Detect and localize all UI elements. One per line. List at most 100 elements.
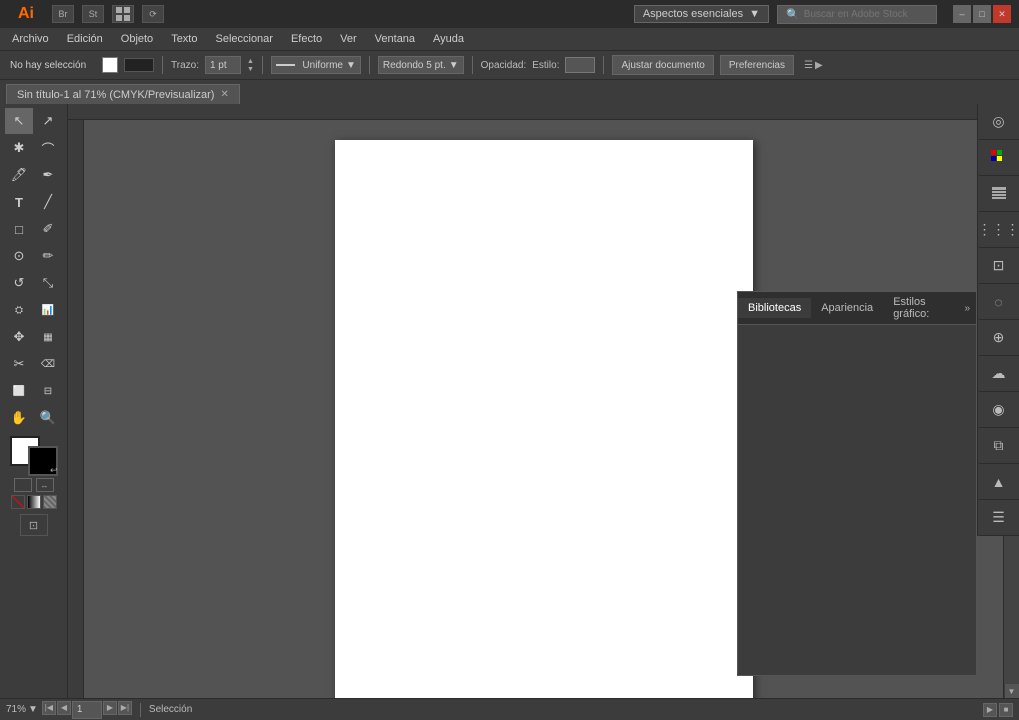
search-icon: 🔍 (786, 8, 800, 21)
symbols-icon[interactable]: ⋮⋮⋮ (979, 212, 1019, 248)
tab-estilos[interactable]: Estilos gráfico: (883, 292, 958, 324)
zoom-tool-btn[interactable]: 🔍 (34, 405, 62, 431)
extra-swatches (11, 495, 57, 509)
adjust-document-btn[interactable]: Ajustar documento (612, 55, 713, 75)
adobe-cloud-icon[interactable]: ☁ (979, 356, 1019, 392)
arrange-icon[interactable] (112, 5, 134, 23)
brush-select[interactable]: Redondo 5 pt. ▼ (378, 56, 464, 74)
style-swatch[interactable] (565, 57, 595, 73)
selection-status: Selección (149, 704, 192, 715)
menu-archivo[interactable]: Archivo (4, 31, 57, 47)
trazo-arrows[interactable]: ▲ ▼ (247, 58, 254, 73)
page-navigation: |◀ ◀ 1 ▶ ▶| (42, 701, 132, 719)
search-bar[interactable]: 🔍 (777, 5, 937, 24)
tab-close-btn[interactable]: ✕ (220, 89, 228, 100)
menu-objeto[interactable]: Objeto (113, 31, 161, 47)
tab-apariencia[interactable]: Apariencia (811, 298, 883, 318)
layers-icon[interactable]: ▲ (979, 464, 1019, 500)
tab-bibliotecas[interactable]: Bibliotecas (738, 298, 811, 318)
add-anchor-tool-btn[interactable]: ✒ (34, 162, 62, 188)
preferences-btn[interactable]: Preferencias (720, 55, 794, 75)
reset-colors-icon[interactable]: ↩ (50, 465, 58, 476)
first-page-btn[interactable]: |◀ (42, 701, 56, 715)
menu-ayuda[interactable]: Ayuda (425, 31, 472, 47)
symbol-tool-btn[interactable]: ✥ (5, 324, 33, 350)
document-tab[interactable]: Sin título-1 al 71% (CMYK/Previsualizar)… (6, 84, 240, 104)
color-guide-icon[interactable]: ◎ (979, 104, 1019, 140)
menu-seleccionar[interactable]: Seleccionar (207, 31, 280, 47)
properties-icon[interactable]: ◉ (979, 392, 1019, 428)
stroke-type-select[interactable]: Uniforme ▼ (271, 56, 361, 74)
color-mode-row: ↔ (14, 478, 54, 492)
links-icon[interactable]: ⧉ (979, 428, 1019, 464)
page-number[interactable]: 1 (72, 701, 102, 719)
zoom-control[interactable]: 71% ▼ (6, 704, 38, 715)
next-page-btn[interactable]: ▶ (103, 701, 117, 715)
eraser-tool-btn[interactable]: ⌫ (34, 351, 62, 377)
panel-arrow-icon[interactable]: ▶ (815, 60, 823, 71)
direct-selection-tool-btn[interactable]: ↗ (34, 108, 62, 134)
rotate-tool-btn[interactable]: ↺ (5, 270, 33, 296)
slice-tool-btn[interactable]: ⊟ (34, 378, 62, 404)
last-page-btn[interactable]: ▶| (118, 701, 132, 715)
sync-icon[interactable]: ⟳ (142, 5, 164, 23)
menu-texto[interactable]: Texto (163, 31, 205, 47)
hand-tool-btn[interactable]: ✋ (5, 405, 33, 431)
pen-tool-btn[interactable]: 🖊 (5, 162, 33, 188)
scissors-tool-btn[interactable]: ✂ (5, 351, 33, 377)
floating-panel-tabs: Bibliotecas Apariencia Estilos gráfico: … (738, 292, 976, 325)
stroke-indicator[interactable]: ↔ (36, 478, 54, 492)
brushes-icon[interactable] (979, 176, 1019, 212)
none-swatch[interactable] (11, 495, 25, 509)
bridge-icon[interactable]: Br (52, 5, 74, 23)
selection-tool-btn[interactable]: ↖ (5, 108, 33, 134)
puppet-warp-tool-btn[interactable]: ⛭ (5, 297, 33, 323)
horizontal-ruler (68, 104, 1019, 120)
pencil-tool-btn[interactable]: ✏ (34, 243, 62, 269)
rect-tool-btn[interactable]: □ (5, 216, 33, 242)
scroll-down-btn[interactable]: ▼ (1005, 684, 1019, 698)
minimize-btn[interactable]: – (953, 5, 971, 23)
magic-wand-tool-btn[interactable]: ✱ (5, 135, 33, 161)
line-tool-btn[interactable]: ╱ (34, 189, 62, 215)
stroke-swatch[interactable] (124, 58, 154, 72)
prev-page-btn[interactable]: ◀ (57, 701, 71, 715)
fill-indicator[interactable] (14, 478, 32, 492)
type-tool-btn[interactable]: T (5, 189, 33, 215)
close-btn[interactable]: ✕ (993, 5, 1011, 23)
stock-icon[interactable]: St (82, 5, 104, 23)
graphic-styles-icon[interactable]: ⊡ (979, 248, 1019, 284)
search-input[interactable] (804, 9, 924, 20)
panel-menu-icon[interactable]: ☰ (804, 60, 813, 71)
blob-tool-btn[interactable]: ⊙ (5, 243, 33, 269)
gradient-swatch[interactable] (27, 495, 41, 509)
maximize-btn[interactable]: □ (973, 5, 991, 23)
fill-swatch[interactable] (102, 57, 118, 73)
menu-ventana[interactable]: Ventana (367, 31, 423, 47)
trazo-value[interactable]: 1 pt (205, 56, 241, 74)
artboards-icon[interactable]: ☰ (979, 500, 1019, 536)
graph-tool-btn[interactable]: 📊 (34, 297, 62, 323)
appearance-icon[interactable]: ◌ (979, 284, 1019, 320)
workspace-selector[interactable]: Aspectos esenciales ▼ (634, 5, 769, 23)
panel-more-btn[interactable]: » (958, 299, 976, 318)
pattern-swatch[interactable] (43, 495, 57, 509)
column-graph-tool-btn[interactable]: ▦ (34, 324, 62, 350)
menu-ver[interactable]: Ver (332, 31, 365, 47)
canvas-area: ▲ ▼ Bibliotecas Apariencia Estilos gráfi… (68, 104, 1019, 698)
scale-tool-btn[interactable]: ⤡ (34, 270, 62, 296)
artboard-tool-btn[interactable]: ⬜ (5, 378, 33, 404)
screen-mode-btn[interactable]: ⊡ (20, 514, 48, 536)
swatches-icon[interactable] (979, 140, 1019, 176)
fg-bg-swatches[interactable]: ↩ (10, 436, 58, 476)
menu-efecto[interactable]: Efecto (283, 31, 330, 47)
menu-edicion[interactable]: Edición (59, 31, 111, 47)
brush-tool-btn[interactable]: ✐ (34, 216, 62, 242)
control-bar: No hay selección Trazo: 1 pt ▲ ▼ Uniform… (0, 50, 1019, 80)
stop-btn[interactable]: ■ (999, 703, 1013, 717)
color-swatches: ↩ ↔ (10, 436, 58, 492)
play-btn[interactable]: ▶ (983, 703, 997, 717)
cc-libraries-icon[interactable]: ⊕ (979, 320, 1019, 356)
right-icon-panel: ◎ ⋮⋮⋮ ⊡ ◌ ⊕ ☁ ◉ ⧉ ▲ ☰ (977, 104, 1019, 536)
lasso-tool-btn[interactable]: ⌒ (34, 135, 62, 161)
